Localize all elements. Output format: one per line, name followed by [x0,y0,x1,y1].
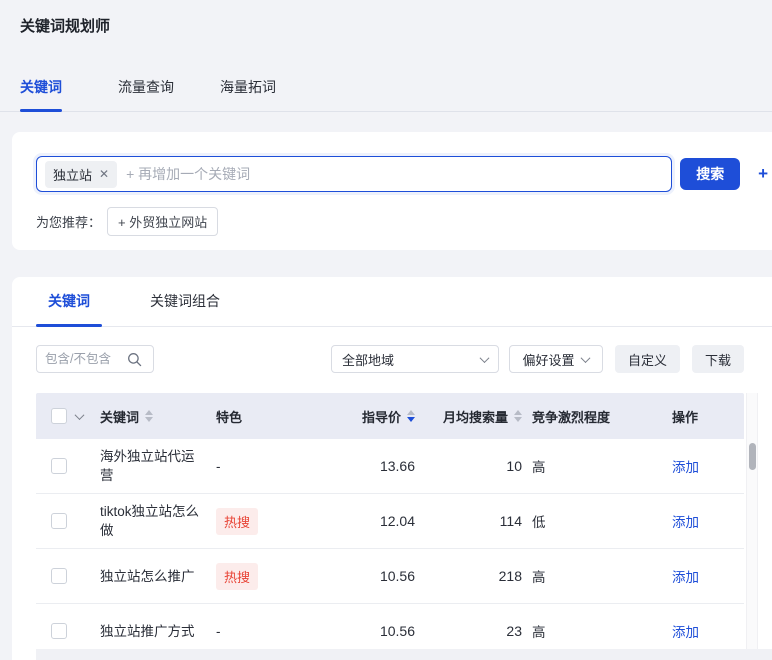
row-checkbox[interactable] [51,513,67,529]
keyword-cell: 海外独立站代运营 [100,449,195,483]
result-tab-bar: 关键词 关键词组合 [12,277,772,327]
close-icon[interactable]: ✕ [99,167,109,181]
price-cell: 13.66 [379,458,415,474]
column-label: 指导价 [361,409,401,425]
header-checkbox-cell [36,408,100,424]
include-filter[interactable] [36,345,154,373]
volume-cell: 23 [506,623,522,639]
result-card: 关键词 关键词组合 全部地域 偏好设置 自定义 下载 [12,277,772,660]
column-label: 月均搜索量 [442,409,508,425]
main-tab-bar: 关键词 流量查询 海量拓词 [0,77,772,112]
feature-cell: - [216,458,221,474]
region-select[interactable]: 全部地域 [330,345,499,373]
column-header-price[interactable]: 指导价 [336,407,426,426]
add-keyword-link[interactable]: 添加 [672,621,699,641]
add-keyword-link[interactable]: 添加 [672,456,699,476]
keywords-table: 关键词 特色 指导价 月均搜索量 竞争激烈程度 操作 海外独立站代运营 - 13… [36,393,758,659]
volume-cell: 218 [498,568,522,584]
keyword-cell: 独立站怎么推广 [100,568,195,584]
column-label: 操作 [672,409,699,425]
keyword-tag-label: 独立站 [53,167,93,183]
volume-cell: 10 [506,458,522,474]
include-input[interactable] [45,352,127,366]
recommend-row: 为您推荐： + 外贸独立网站 [36,207,768,236]
preference-label: 偏好设置 [522,352,575,368]
tab-label: 关键词组合 [150,293,220,309]
volume-cell: 114 [499,513,522,529]
plus-icon[interactable]: + [758,164,768,184]
feature-cell: - [216,623,221,639]
download-button[interactable]: 下载 [691,345,744,373]
preference-dropdown[interactable]: 偏好设置 [508,345,603,373]
row-checkbox[interactable] [51,623,67,639]
tab-label: 流量查询 [118,79,174,95]
search-button[interactable]: 搜索 [680,158,741,190]
table-row: 海外独立站代运营 - 13.66 10 高 添加 [36,439,744,494]
select-all-checkbox[interactable] [51,408,67,424]
chevron-down-icon [479,352,490,363]
tab-traffic-query[interactable]: 流量查询 [118,77,174,111]
hot-search-badge: 热搜 [216,562,259,590]
table-row: 独立站怎么推广 热搜 10.56 218 高 添加 [36,549,744,604]
keyword-cell: 独立站推广方式 [100,623,195,639]
competition-cell: 高 [532,570,546,585]
search-icon [128,352,142,366]
keyword-search-input[interactable]: 独立站 ✕ [36,156,673,192]
filter-actions: 全部地域 偏好设置 自定义 下载 [330,345,744,373]
column-header-feature: 特色 [216,407,336,426]
column-header-keyword[interactable]: 关键词 [100,407,216,426]
chevron-down-icon[interactable] [74,409,85,420]
keyword-planner-page: 关键词规划师 关键词 流量查询 海量拓词 独立站 ✕ 搜索 + 为您推荐： + … [0,0,772,660]
recommend-chip[interactable]: + 外贸独立网站 [107,207,219,236]
tab-mass-expansion[interactable]: 海量拓词 [220,77,276,111]
hot-search-badge: 热搜 [216,507,259,535]
keyword-tag[interactable]: 独立站 ✕ [45,160,118,188]
sort-icon[interactable] [514,410,522,422]
vertical-scrollbar[interactable] [746,393,758,659]
add-keyword-input[interactable] [126,166,662,182]
competition-cell: 低 [532,515,546,530]
table-header-row: 关键词 特色 指导价 月均搜索量 竞争激烈程度 操作 [36,393,744,439]
competition-cell: 高 [532,625,546,640]
column-header-action: 操作 [662,407,744,426]
tab-keyword[interactable]: 关键词 [20,77,62,112]
price-cell: 12.04 [379,513,415,529]
tab-keywords[interactable]: 关键词 [36,291,102,327]
row-checkbox[interactable] [51,458,67,474]
competition-cell: 高 [532,460,546,475]
row-checkbox[interactable] [51,568,67,584]
page-title: 关键词规划师 [20,18,111,35]
sort-icon[interactable] [407,410,415,422]
price-cell: 10.56 [379,568,415,584]
search-card: 独立站 ✕ 搜索 + 为您推荐： + 外贸独立网站 [12,132,772,250]
tab-label: 海量拓词 [220,79,276,95]
chevron-down-icon [581,352,591,363]
table-row: tiktok独立站怎么做 热搜 12.04 114 低 添加 [36,494,744,549]
column-label: 特色 [216,409,243,425]
search-row: 独立站 ✕ 搜索 + [36,156,768,192]
column-label: 关键词 [100,409,140,425]
add-keyword-link[interactable]: 添加 [672,511,699,531]
region-select-value: 全部地域 [341,352,394,368]
add-keyword-link[interactable]: 添加 [672,566,699,586]
vertical-scrollbar-thumb[interactable] [749,443,756,470]
horizontal-scrollbar-track[interactable] [36,649,772,660]
column-label: 竞争激烈程度 [532,409,611,425]
column-header-competition: 竞争激烈程度 [522,407,662,426]
filter-row: 全部地域 偏好设置 自定义 下载 [36,345,744,373]
tab-label: 关键词 [48,293,90,309]
tab-keyword-combos[interactable]: 关键词组合 [138,291,232,326]
customize-button[interactable]: 自定义 [614,345,680,373]
price-cell: 10.56 [379,623,415,639]
keyword-cell: tiktok独立站怎么做 [100,504,200,538]
recommend-label: 为您推荐： [36,215,102,230]
tab-label: 关键词 [20,79,62,95]
column-header-volume[interactable]: 月均搜索量 [426,407,522,426]
sort-icon[interactable] [145,410,154,422]
